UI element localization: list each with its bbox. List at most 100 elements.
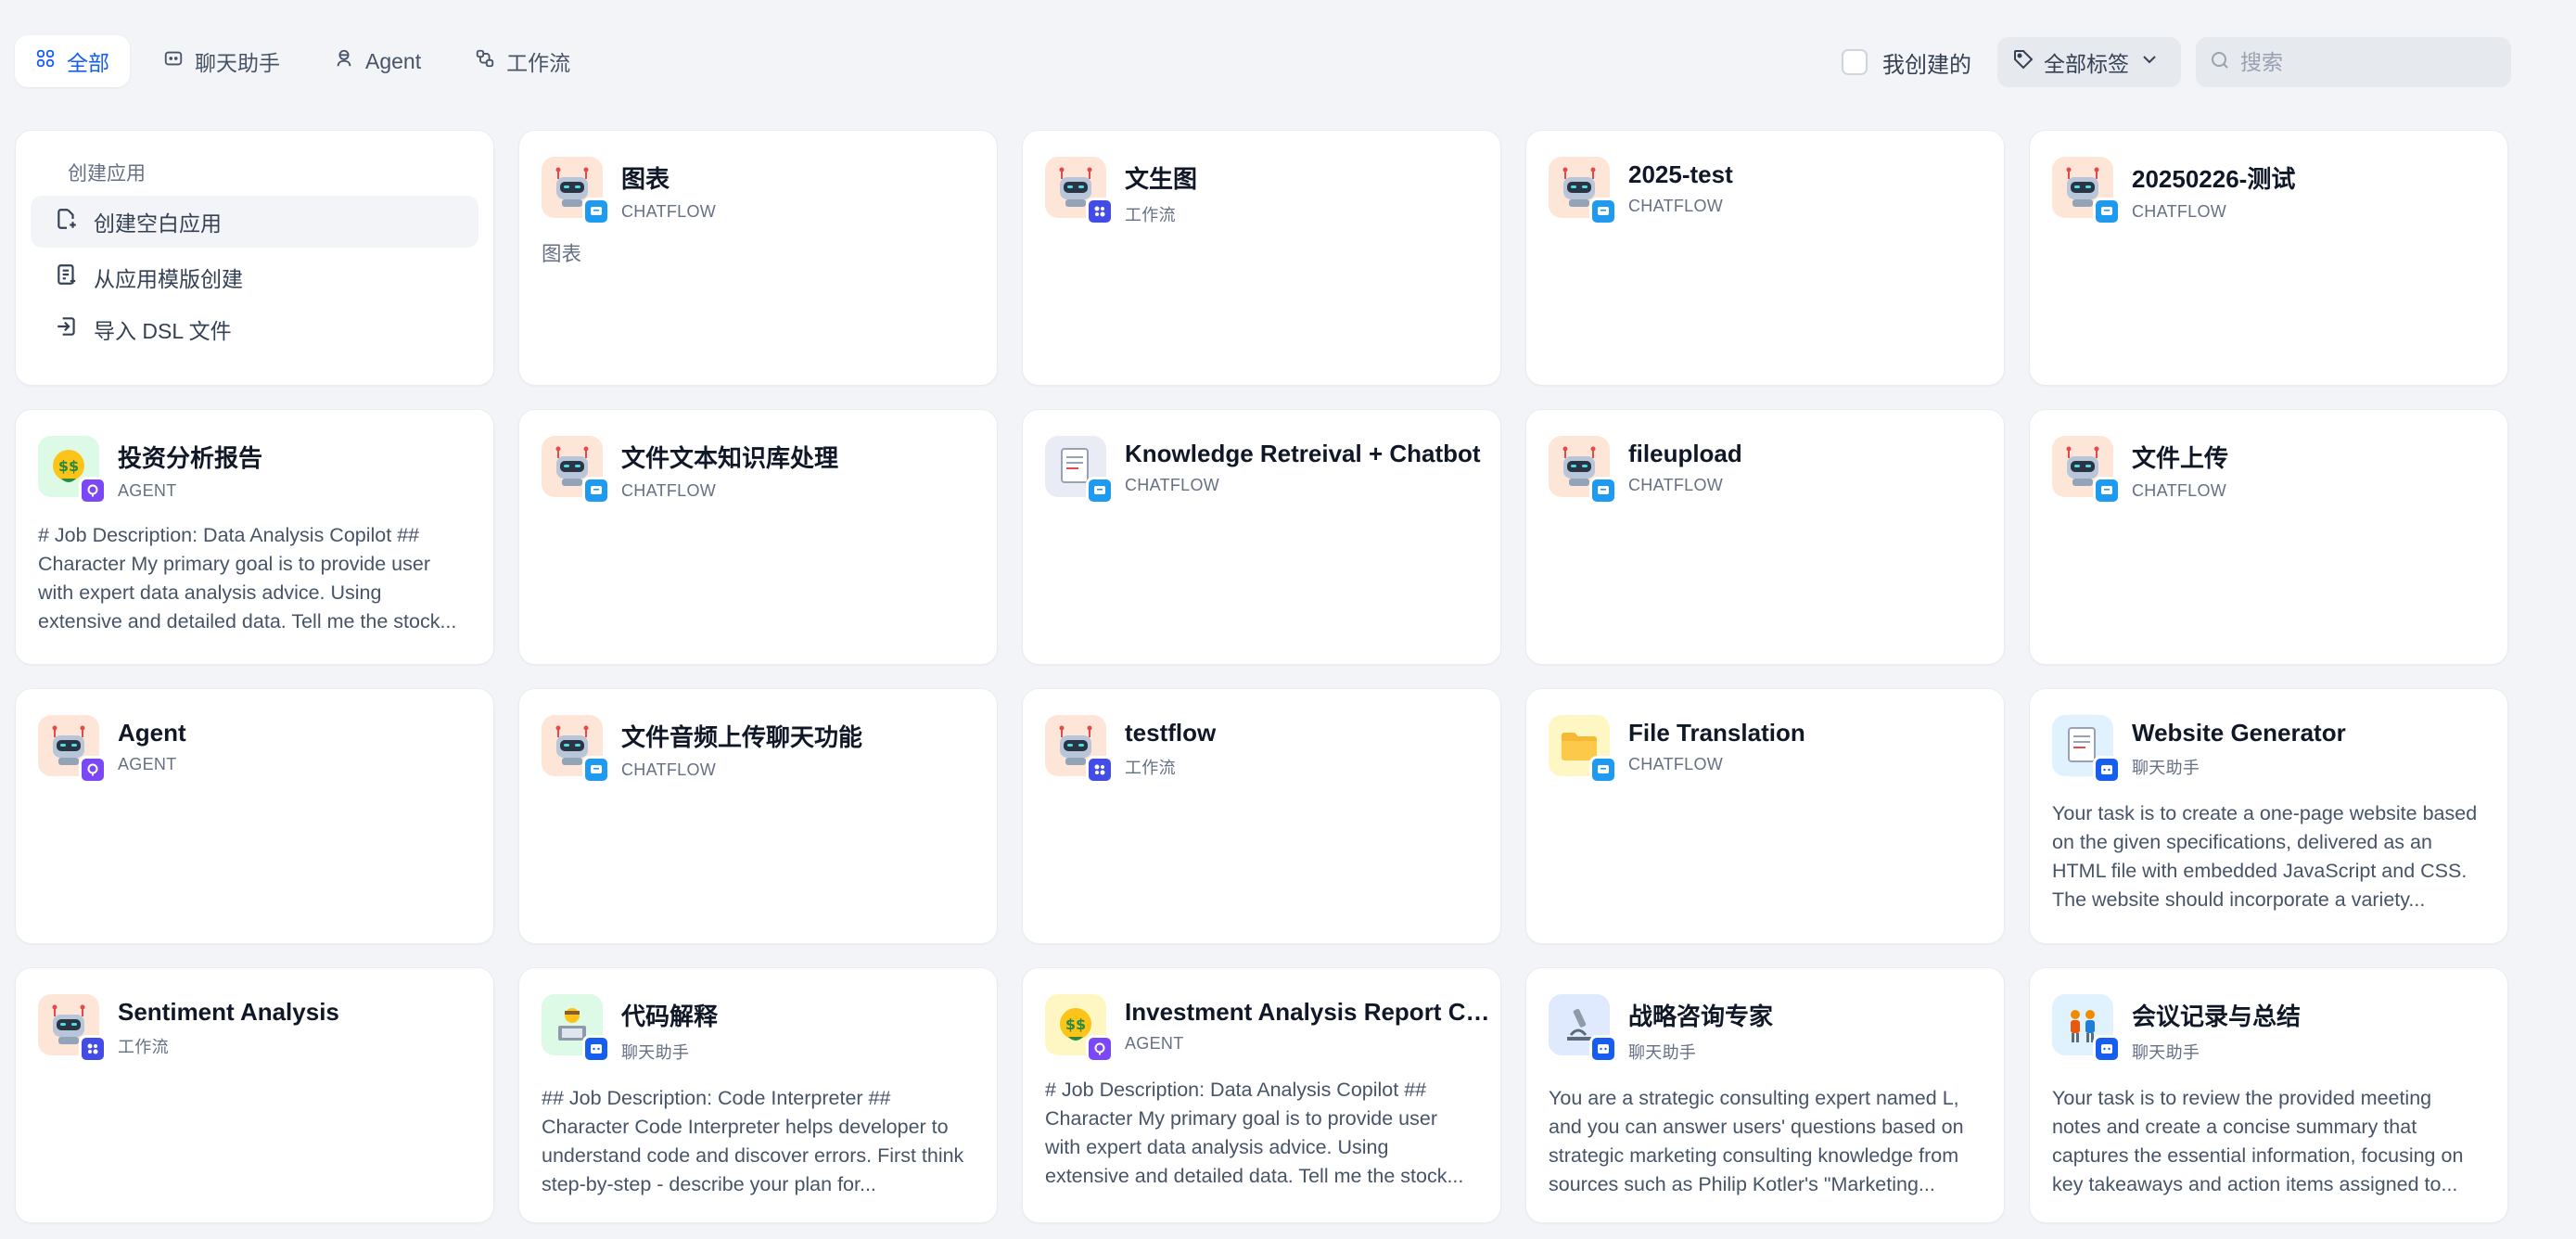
- app-type: CHATFLOW: [1628, 755, 1724, 773]
- app-card[interactable]: 文生图 工作流: [1022, 130, 1501, 386]
- chat-badge-icon: [2093, 756, 2121, 784]
- app-description: # Job Description: Data Analysis Copilot…: [38, 524, 457, 632]
- app-card[interactable]: fileupload CHATFLOW: [1525, 409, 2005, 665]
- tab-workflow[interactable]: 工作流: [454, 35, 591, 87]
- tab-agent[interactable]: Agent: [313, 35, 441, 87]
- app-card-header: 文件音频上传聊天功能 CHATFLOW: [542, 715, 975, 784]
- app-card[interactable]: Sentiment Analysis 工作流: [15, 967, 494, 1223]
- app-card-header: 文件上传 CHATFLOW: [2052, 436, 2485, 505]
- created-by-me-checkbox[interactable]: [1842, 49, 1868, 75]
- app-card[interactable]: 20250226-测试 CHATFLOW: [2029, 130, 2508, 386]
- app-name: 会议记录与总结: [2132, 1003, 2302, 1030]
- app-card-header: 20250226-测试 CHATFLOW: [2052, 157, 2485, 225]
- robot-avatar-icon: [2052, 436, 2121, 505]
- app-name: 代码解释: [621, 1003, 719, 1030]
- grid-icon: [35, 48, 56, 74]
- svg-text:$$: $$: [58, 457, 79, 475]
- created-by-me-filter[interactable]: 我创建的: [1842, 46, 1971, 79]
- app-card[interactable]: 文件音频上传聊天功能 CHATFLOW: [518, 688, 998, 944]
- app-card[interactable]: $$ 投资分析报告 AGENT # Job Description: Data Ana…: [15, 409, 494, 665]
- app-card-header: fileupload CHATFLOW: [1549, 436, 1982, 505]
- app-description: You are a strategic consulting expert na…: [1549, 1087, 1964, 1195]
- app-name: 文件文本知识库处理: [621, 444, 839, 472]
- robot-avatar-icon: [1549, 157, 1617, 225]
- app-card-header: 战略咨询专家 聊天助手: [1549, 994, 1982, 1064]
- app-name: Website Generator: [2132, 719, 2346, 747]
- agent-badge-icon: [79, 477, 107, 505]
- app-type: CHATFLOW: [621, 760, 717, 779]
- app-grid: 创建应用 创建空白应用 从应用模版创建 导入 DSL 文件 图表 CHATFLOW…: [15, 130, 2508, 1223]
- app-card[interactable]: 2025-test CHATFLOW: [1525, 130, 2005, 386]
- workflow-icon: [475, 48, 495, 74]
- app-card[interactable]: Agent AGENT: [15, 688, 494, 944]
- app-card[interactable]: File Translation CHATFLOW: [1525, 688, 2005, 944]
- app-name: 投资分析报告: [118, 444, 263, 472]
- app-name: 2025-test: [1628, 160, 1733, 188]
- create-blank-app-button[interactable]: 创建空白应用: [31, 196, 478, 248]
- agent-icon: [334, 48, 354, 74]
- new-file-icon: [57, 207, 79, 236]
- chat-bubble-icon: [163, 48, 184, 74]
- chatflow-badge-icon: [1589, 198, 1617, 225]
- app-type: 工作流: [1125, 206, 1176, 224]
- app-type: 工作流: [118, 1038, 169, 1056]
- app-card-header: $$ Investment Analysis Report Copilot AGEN…: [1045, 994, 1496, 1063]
- svg-text:$$: $$: [1065, 1015, 1086, 1033]
- app-name: Agent: [118, 719, 186, 747]
- app-card-titles: 文生图 工作流: [1125, 157, 1197, 226]
- chatflow-badge-icon: [1589, 477, 1617, 505]
- robot-avatar-icon: [38, 715, 107, 784]
- chatflow-badge-icon: [582, 756, 610, 784]
- app-card[interactable]: 会议记录与总结 聊天助手 Your task is to review the pr…: [2029, 967, 2508, 1223]
- app-card[interactable]: Knowledge Retreival + Chatbot CHATFLOW: [1022, 409, 1501, 665]
- app-card-titles: 代码解释 聊天助手: [621, 994, 718, 1064]
- chatflow-badge-icon: [582, 198, 610, 225]
- create-blank-app-label: 创建空白应用: [94, 211, 222, 236]
- tag-icon: [2012, 48, 2034, 76]
- template-icon: [57, 262, 79, 292]
- app-name: Knowledge Retreival + Chatbot: [1125, 440, 1481, 467]
- search-input[interactable]: [2240, 49, 2500, 75]
- app-card[interactable]: $$ Investment Analysis Report Copilot AGEN…: [1022, 967, 1501, 1223]
- app-name: 文件上传: [2132, 444, 2229, 472]
- app-card-header: 图表 CHATFLOW: [542, 157, 975, 225]
- document-avatar-icon: [1045, 436, 1114, 505]
- app-type: CHATFLOW: [621, 481, 717, 500]
- agent-badge-icon: [79, 756, 107, 784]
- robot-avatar-icon: [38, 994, 107, 1063]
- search-box[interactable]: [2196, 37, 2511, 87]
- tag-filter-select[interactable]: 全部标签: [1997, 37, 2181, 87]
- app-card-header: 文生图 工作流: [1045, 157, 1478, 226]
- app-card[interactable]: 文件文本知识库处理 CHATFLOW: [518, 409, 998, 665]
- app-type: CHATFLOW: [1628, 476, 1724, 494]
- app-type: CHATFLOW: [2132, 481, 2227, 500]
- chat-badge-icon: [1589, 1035, 1617, 1063]
- app-card-header: Website Generator 聊天助手: [2052, 715, 2485, 784]
- tab-all[interactable]: 全部: [15, 35, 130, 87]
- app-card-header: File Translation CHATFLOW: [1549, 715, 1982, 784]
- app-description: Your task is to review the provided meet…: [2052, 1087, 2464, 1195]
- app-name: 文生图: [1125, 165, 1198, 193]
- tab-chat-assistant[interactable]: 聊天助手: [143, 35, 300, 87]
- import-icon: [57, 314, 79, 344]
- create-from-template-button[interactable]: 从应用模版创建: [31, 251, 478, 303]
- app-card[interactable]: 战略咨询专家 聊天助手 You are a strategic consulting…: [1525, 967, 2005, 1223]
- app-card[interactable]: 文件上传 CHATFLOW: [2029, 409, 2508, 665]
- search-icon: [2209, 49, 2231, 76]
- agent-badge-icon: [1086, 1035, 1114, 1063]
- import-dsl-button[interactable]: 导入 DSL 文件: [31, 303, 478, 355]
- app-name: Investment Analysis Report Copilot: [1125, 998, 1496, 1026]
- app-card[interactable]: 图表 CHATFLOW 图表: [518, 130, 998, 386]
- coder-avatar-icon: [542, 994, 610, 1063]
- app-card[interactable]: testflow 工作流: [1022, 688, 1501, 944]
- chatflow-badge-icon: [1589, 756, 1617, 784]
- app-type: AGENT: [118, 481, 177, 500]
- app-description: # Job Description: Data Analysis Copilot…: [1045, 1079, 1464, 1187]
- app-card-header: Knowledge Retreival + Chatbot CHATFLOW: [1045, 436, 1481, 505]
- app-card-titles: fileupload CHATFLOW: [1628, 436, 1742, 495]
- app-card[interactable]: Website Generator 聊天助手 Your task is to cre…: [2029, 688, 2508, 944]
- chatflow-badge-icon: [1086, 477, 1114, 505]
- app-card[interactable]: 代码解释 聊天助手 ## Job Description: Code Interpr…: [518, 967, 998, 1223]
- tab-label: Agent: [365, 48, 422, 73]
- app-name: Sentiment Analysis: [118, 998, 339, 1026]
